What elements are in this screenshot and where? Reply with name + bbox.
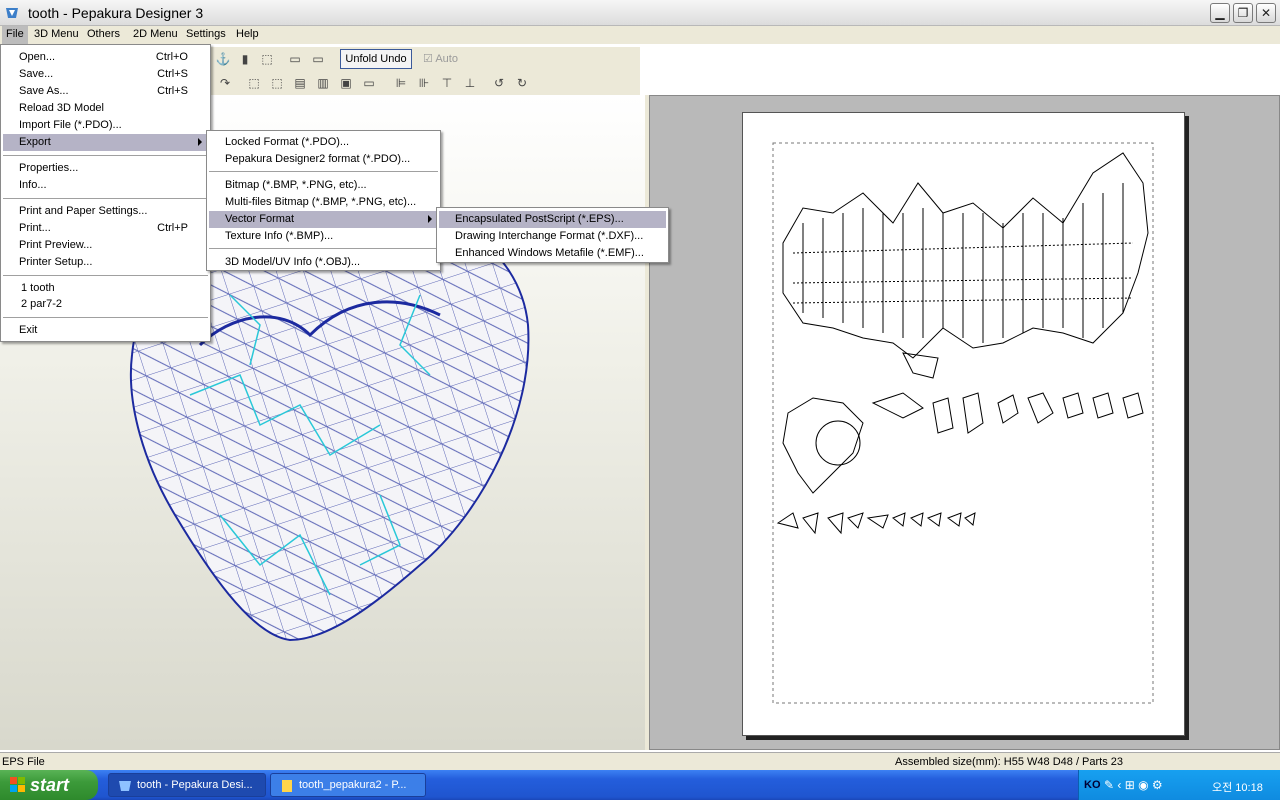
chart-icon[interactable]: ▥ [314, 74, 332, 92]
menu-item-save[interactable]: Save... Ctrl+S [3, 66, 208, 83]
export-submenu: Locked Format (*.PDO)... Pepakura Design… [206, 130, 441, 271]
arrange-icon[interactable]: ⬚ [268, 74, 286, 92]
menu-item-recent-2[interactable]: 2 par7-2 [3, 296, 208, 313]
menu-item-open[interactable]: Open... Ctrl+O [3, 49, 208, 66]
file-menu: Open... Ctrl+O Save... Ctrl+S Save As... Ct… [0, 44, 211, 342]
menu-item-print[interactable]: Print... Ctrl+P [3, 220, 208, 237]
clock[interactable]: 오전 10:18 [1212, 779, 1263, 795]
auto-checkbox[interactable]: ☑ Auto [423, 52, 458, 65]
auto-label: Auto [435, 53, 458, 65]
menu-item-obj-info[interactable]: 3D Model/UV Info (*.OBJ)... [209, 254, 438, 271]
tray-icons[interactable]: ✎ ‹ ⊞ ◉ ⚙ [1104, 778, 1163, 792]
menu-others[interactable]: Others [84, 28, 123, 40]
taskbar-item-label: tooth - Pepakura Desi... [137, 779, 253, 791]
menu-separator [3, 155, 208, 156]
vector-format-submenu: Encapsulated PostScript (*.EPS)... Drawi… [436, 207, 669, 263]
menu-item-print-preview[interactable]: Print Preview... [3, 237, 208, 254]
align-right-icon[interactable]: ⊪ [415, 74, 433, 92]
menu-item-exit[interactable]: Exit [3, 322, 208, 339]
paper-icon[interactable]: ▮ [236, 50, 254, 68]
menu-separator [3, 317, 208, 318]
redo-icon[interactable]: ↷ [216, 74, 234, 92]
taskbar: start tooth - Pepakura Desi... tooth_pep… [0, 770, 1280, 800]
page-icon[interactable]: ▤ [291, 74, 309, 92]
taskbar-item-label: tooth_pepakura2 - P... [299, 779, 407, 791]
status-bar: EPS File Assembled size(mm): H55 W48 D48… [0, 752, 1280, 770]
taskbar-item-pepakura[interactable]: tooth - Pepakura Desi... [108, 773, 266, 797]
unfolded-pattern [772, 142, 1154, 704]
menu-separator [3, 198, 208, 199]
menu-separator [209, 248, 438, 249]
menu-item-import[interactable]: Import File (*.PDO)... [3, 117, 208, 134]
menu-item-properties[interactable]: Properties... [3, 160, 208, 177]
close-button[interactable]: ✕ [1256, 3, 1276, 23]
menu-item-texture-info[interactable]: Texture Info (*.BMP)... [209, 228, 438, 245]
align-bottom-icon[interactable]: ⊥ [461, 74, 479, 92]
menu-item-vector-format[interactable]: Vector Format [209, 211, 438, 228]
submenu-arrow-icon [428, 215, 432, 223]
menu-help[interactable]: Help [233, 28, 262, 40]
single-view-icon[interactable]: ▭ [309, 50, 327, 68]
menu-file[interactable]: File [2, 26, 28, 44]
pepakura-task-icon [119, 781, 131, 791]
start-label: start [30, 774, 70, 795]
title-bar: tooth - Pepakura Designer 3 ▁ ❐ ✕ [0, 0, 1280, 26]
menu-item-info[interactable]: Info... [3, 177, 208, 194]
document-task-icon [282, 780, 292, 792]
taskbar-item-pepakura2[interactable]: tooth_pepakura2 - P... [270, 773, 426, 797]
rotate-90-right-icon[interactable]: ↻ [513, 74, 531, 92]
menu-item-printer-setup[interactable]: Printer Setup... [3, 254, 208, 271]
menu-separator [209, 171, 438, 172]
menu-2d[interactable]: 2D Menu [130, 28, 181, 40]
menu-item-pd2-format[interactable]: Pepakura Designer2 format (*.PDO)... [209, 151, 438, 168]
select-icon[interactable]: ⬚ [258, 50, 276, 68]
menu-bar: File 3D Menu Others 2D Menu Settings Hel… [0, 26, 1280, 44]
menu-item-reload[interactable]: Reload 3D Model [3, 100, 208, 117]
menu-item-multi-bitmap[interactable]: Multi-files Bitmap (*.BMP, *.PNG, etc)..… [209, 194, 438, 211]
rotate-90-left-icon[interactable]: ↺ [490, 74, 508, 92]
anchor-icon[interactable]: ⚓ [214, 50, 232, 68]
unfold-undo-button[interactable]: Unfold Undo [340, 49, 412, 69]
paper-sheet [742, 112, 1185, 736]
menu-item-dxf[interactable]: Drawing Interchange Format (*.DXF)... [439, 228, 666, 245]
status-text: EPS File [2, 756, 45, 768]
assembled-size-text: Assembled size(mm): H55 W48 D48 / Parts … [895, 756, 1124, 768]
menu-3d[interactable]: 3D Menu [31, 28, 82, 40]
menu-item-eps[interactable]: Encapsulated PostScript (*.EPS)... [439, 211, 666, 228]
menu-item-export[interactable]: Export [3, 134, 208, 151]
image-icon[interactable]: ▣ [337, 74, 355, 92]
split-view-icon[interactable]: ▭ [286, 50, 304, 68]
submenu-arrow-icon [198, 138, 202, 146]
start-button[interactable]: start [0, 770, 98, 800]
fit-icon[interactable]: ⬚ [245, 74, 263, 92]
menu-item-bitmap[interactable]: Bitmap (*.BMP, *.PNG, etc)... [209, 177, 438, 194]
print-icon[interactable]: ▭ [360, 74, 378, 92]
align-left-icon[interactable]: ⊫ [392, 74, 410, 92]
menu-settings[interactable]: Settings [183, 28, 229, 40]
menu-item-save-as[interactable]: Save As... Ctrl+S [3, 83, 208, 100]
menu-item-locked-format[interactable]: Locked Format (*.PDO)... [209, 134, 438, 151]
menu-item-emf[interactable]: Enhanced Windows Metafile (*.EMF)... [439, 245, 666, 262]
align-top-icon[interactable]: ⊤ [438, 74, 456, 92]
menu-item-print-paper-settings[interactable]: Print and Paper Settings... [3, 203, 208, 220]
minimize-button[interactable]: ▁ [1210, 3, 1230, 23]
windows-flag-icon [10, 777, 25, 792]
window-title: tooth - Pepakura Designer 3 [28, 5, 204, 21]
pepakura-app-icon[interactable] [4, 5, 20, 21]
menu-separator [3, 275, 208, 276]
menu-item-recent-1[interactable]: 1 tooth [3, 280, 208, 297]
restore-button[interactable]: ❐ [1233, 3, 1253, 23]
language-indicator[interactable]: KO [1084, 779, 1101, 791]
